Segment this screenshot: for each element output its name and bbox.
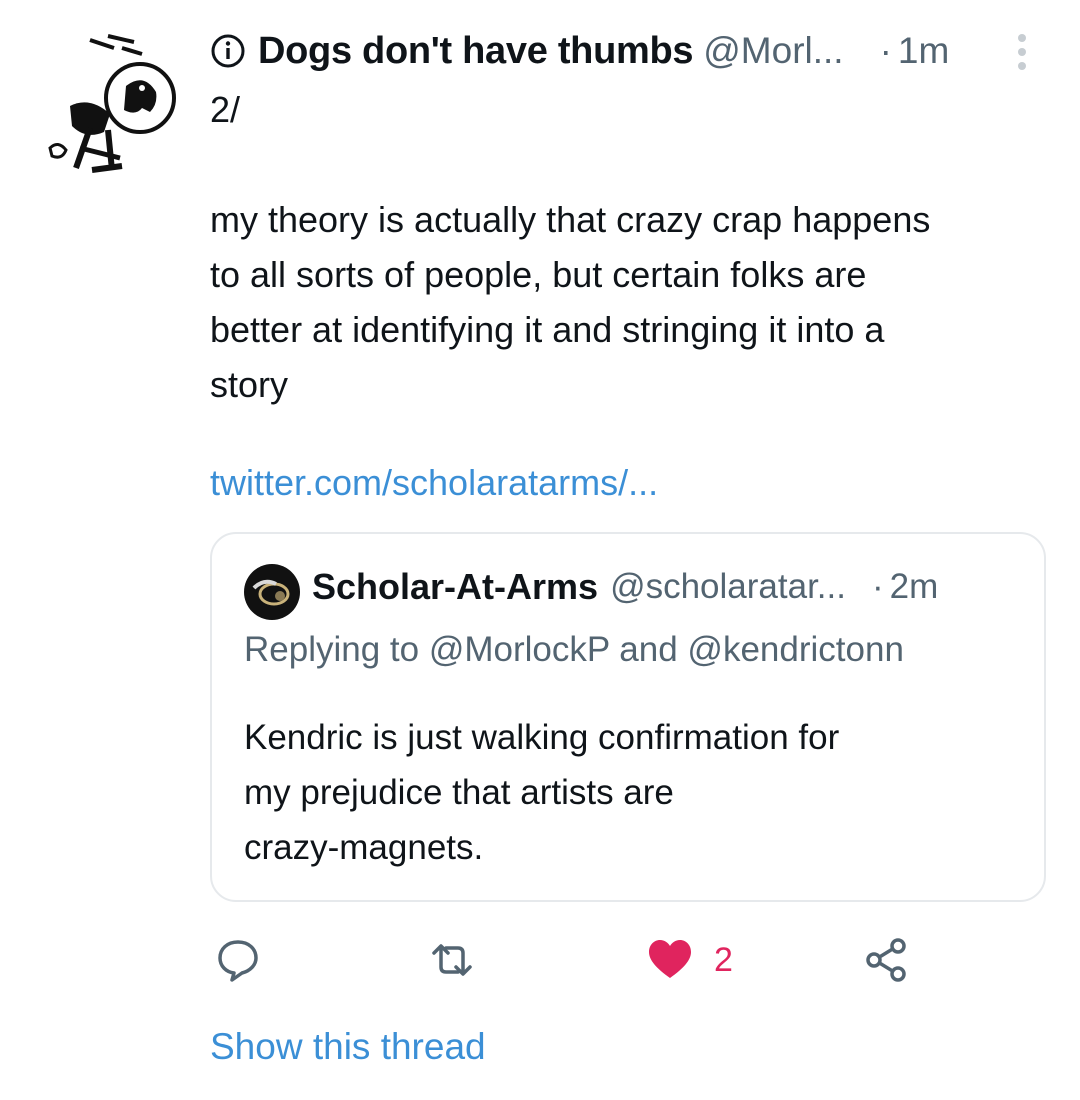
tweet-line: my theory is actually that crazy crap ha…: [210, 199, 931, 240]
reply-button[interactable]: [214, 930, 262, 990]
retweet-icon: [432, 944, 472, 976]
like-count: 2: [714, 940, 733, 979]
show-thread-link[interactable]: Show this thread: [210, 1026, 486, 1068]
tweet-line: story: [210, 364, 289, 405]
tweet-line: better at identifying it and stringing i…: [210, 309, 885, 350]
quoted-tweet-header: Scholar-At-Arms @scholaratar... · 2m: [312, 566, 1032, 608]
retweet-button[interactable]: [428, 930, 476, 990]
tweet-line: to all sorts of people, but certain folk…: [210, 254, 867, 295]
quoted-line: my prejudice that artists are: [244, 773, 674, 812]
quoted-line: Kendric is just walking confirmation for: [244, 718, 840, 757]
share-button[interactable]: [862, 930, 910, 990]
quoted-author-avatar[interactable]: [244, 564, 300, 620]
tweet-text: 2/ my theory is actually that crazy crap…: [210, 82, 1050, 412]
quoted-tweet-card[interactable]: Scholar-At-Arms @scholaratar... · 2m Rep…: [210, 532, 1046, 902]
tweet-timestamp[interactable]: 1m: [898, 30, 949, 72]
heart-icon: [649, 940, 691, 978]
replying-to-text: Replying to @MorlockP and @kendrictonn: [244, 630, 904, 669]
tweet-line: 2/: [210, 89, 241, 130]
quoted-handle: @scholaratar...: [610, 567, 846, 606]
reply-icon: [218, 940, 258, 982]
share-icon: [866, 938, 906, 982]
author-display-name[interactable]: Dogs don't have thumbs: [258, 30, 694, 73]
time-separator: ·: [879, 30, 892, 71]
quoted-line: crazy-magnets.: [244, 828, 484, 867]
quoted-timestamp: 2m: [889, 567, 939, 606]
quoted-time-separator: ·: [871, 567, 884, 606]
more-options-icon[interactable]: [1014, 32, 1030, 72]
author-avatar[interactable]: [30, 28, 190, 188]
info-icon: [211, 34, 245, 68]
tweet-header: Dogs don't have thumbs @Morl... · 1m: [210, 28, 1040, 74]
quoted-display-name: Scholar-At-Arms: [312, 566, 599, 607]
tweet-link[interactable]: twitter.com/scholaratarms/...: [210, 462, 658, 504]
like-button[interactable]: 2: [646, 930, 733, 990]
author-handle[interactable]: @Morl...: [703, 30, 843, 72]
quoted-tweet-text: Kendric is just walking confirmation for…: [244, 710, 1004, 875]
tweet-actions: 2: [210, 930, 1040, 990]
